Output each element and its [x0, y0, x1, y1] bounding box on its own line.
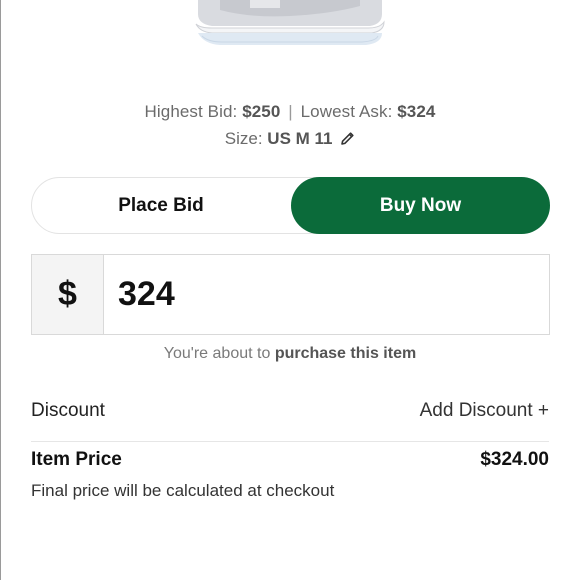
price-input[interactable] [104, 255, 544, 334]
size-label: Size: [224, 129, 263, 148]
pencil-icon[interactable] [340, 131, 355, 151]
product-image [190, 0, 390, 50]
item-price-label: Item Price [31, 449, 122, 470]
divider [31, 441, 549, 442]
add-discount-button[interactable]: Add Discount + [420, 400, 549, 422]
highest-bid-label: Highest Bid: [144, 102, 238, 121]
buy-now-tab[interactable]: Buy Now [291, 177, 550, 234]
size-selector[interactable]: Size: US M 11 [0, 129, 580, 151]
highest-bid-value: $250 [242, 102, 281, 121]
lowest-ask-label: Lowest Ask: [300, 102, 393, 121]
bid-separator: | [288, 102, 293, 121]
final-price-note: Final price will be calculated at checko… [31, 481, 335, 500]
price-field: $ [31, 254, 550, 335]
purchase-notice: You're about to purchase this item [0, 345, 580, 363]
bid-info: Highest Bid: $250 | Lowest Ask: $324 [0, 102, 580, 122]
notice-prefix: You're about to [163, 345, 271, 362]
currency-symbol: $ [32, 255, 104, 334]
lowest-ask-value: $324 [397, 102, 436, 121]
item-price-row: Item Price $324.00 [31, 449, 549, 477]
item-price-value: $324.00 [480, 449, 549, 470]
discount-row: Discount Add Discount + [31, 400, 549, 426]
discount-label: Discount [31, 400, 105, 421]
notice-action: purchase this item [274, 345, 417, 362]
left-border [0, 0, 1, 580]
bid-buy-toggle: Place Bid Buy Now [31, 177, 550, 234]
buy-now-screen: Highest Bid: $250 | Lowest Ask: $324 Siz… [0, 0, 580, 580]
size-value: US M 11 [267, 129, 333, 148]
place-bid-tab[interactable]: Place Bid [32, 177, 290, 234]
